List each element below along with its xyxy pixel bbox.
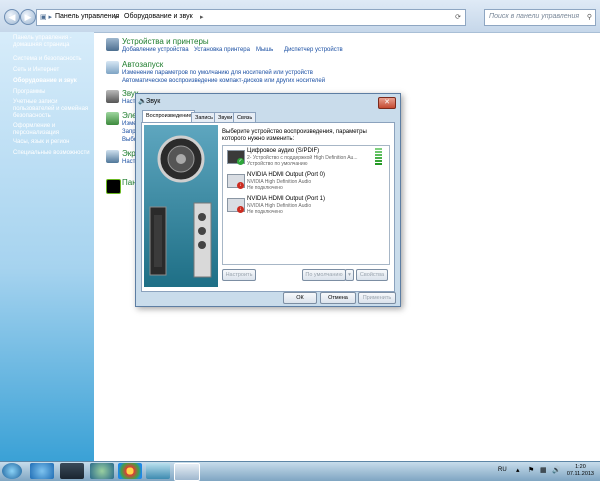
breadcrumb[interactable]: ▣ ▸ Панель управления ▸ Оборудование и з… xyxy=(36,9,466,26)
link-autoplay-cd[interactable]: Автоматическое воспроизведение компакт-д… xyxy=(122,78,325,84)
unplugged-icon: ↓ xyxy=(237,182,244,189)
search-input[interactable]: Поиск в панели управления ⚲ xyxy=(484,9,596,26)
configure-button[interactable]: Настроить xyxy=(222,269,256,281)
sidebar-item-clock[interactable]: Часы, язык и регион xyxy=(13,139,93,146)
chevron-up-icon[interactable]: ▴ xyxy=(516,466,520,474)
device-name: Цифровое аудио (S/PDIF) xyxy=(247,148,320,154)
chevron-right-icon: ▸ xyxy=(115,14,119,21)
breadcrumb-item-control-panel[interactable]: Панель управления xyxy=(55,13,119,20)
sidebar-item-appearance[interactable]: Оформление и персонализация xyxy=(13,123,93,137)
sidebar: Панель управления - домашняя страница Си… xyxy=(0,32,94,461)
close-button[interactable]: ✕ xyxy=(378,97,396,109)
link-add-printer[interactable]: Установка принтера xyxy=(194,47,250,53)
chevron-down-icon[interactable]: ▾ xyxy=(345,269,354,281)
ok-button[interactable]: ОК xyxy=(283,292,317,304)
sidebar-item-home[interactable]: Панель управления - домашняя страница xyxy=(13,35,93,49)
control-panel-taskbar-icon[interactable] xyxy=(146,463,170,479)
sound-dialog: 🔈 Звук ✕ Воспроизведение Запись Звуки Св… xyxy=(135,93,401,307)
sidebar-item-accounts[interactable]: Учетные записи пользователей и семейная … xyxy=(13,99,93,120)
list-item[interactable]: ↓ NVIDIA HDMI Output (Port 0) NVIDIA Hig… xyxy=(225,172,385,196)
breadcrumb-item-hardware[interactable]: Оборудование и звук xyxy=(124,13,193,20)
start-button[interactable] xyxy=(2,463,22,479)
chrome-icon[interactable] xyxy=(118,463,142,479)
power-icon xyxy=(106,112,119,125)
sidebar-item-hardware[interactable]: Оборудование и звук xyxy=(13,78,93,85)
device-status: Устройство по умолчанию xyxy=(247,161,308,167)
instruction-text: Выберите устройство воспроизведения, пар… xyxy=(222,129,367,142)
list-item[interactable]: ✓ Цифровое аудио (S/PDIF) 2- Устройство … xyxy=(225,148,385,172)
address-bar: ◀ ▶ ▣ ▸ Панель управления ▸ Оборудование… xyxy=(0,0,600,33)
set-default-button[interactable]: По умолчанию xyxy=(302,269,346,281)
printer-icon xyxy=(106,38,119,51)
tab-panel: Выберите устройство воспроизведения, пар… xyxy=(141,122,395,292)
nvidia-icon xyxy=(106,179,121,194)
category-autoplay-title[interactable]: Автозапуск xyxy=(122,60,163,69)
media-player-icon[interactable] xyxy=(90,463,114,479)
network-icon[interactable]: ▦ xyxy=(540,466,547,474)
speaker-icon xyxy=(106,90,119,103)
clock-date: 07.11.2013 xyxy=(566,471,594,477)
flag-icon[interactable]: ⚑ xyxy=(528,466,534,474)
link-autoplay-defaults[interactable]: Изменение параметров по умолчанию для но… xyxy=(122,70,313,76)
back-button[interactable]: ◀ xyxy=(4,9,20,25)
device-list: ✓ Цифровое аудио (S/PDIF) 2- Устройство … xyxy=(222,145,390,265)
category-devices-title[interactable]: Устройства и принтеры xyxy=(122,37,209,46)
dialog-title: Звук xyxy=(146,98,161,105)
device-status: Не подключено xyxy=(247,185,283,191)
clock-time: 1:20 xyxy=(575,464,586,470)
sidebar-item-network[interactable]: Сеть и Интернет xyxy=(13,67,93,74)
sidebar-item-accessibility[interactable]: Специальные возможности xyxy=(13,150,93,157)
search-placeholder: Поиск в панели управления xyxy=(489,13,580,20)
volume-meter-icon xyxy=(375,148,382,165)
sound-taskbar-icon[interactable] xyxy=(174,463,200,481)
link-display-partial[interactable]: Наст xyxy=(122,159,135,165)
speaker-illustration-icon xyxy=(149,135,212,278)
device-name: NVIDIA HDMI Output (Port 0) xyxy=(247,172,326,178)
list-item[interactable]: ↓ NVIDIA HDMI Output (Port 1) NVIDIA Hig… xyxy=(225,196,385,220)
speaker-illustration xyxy=(144,125,218,287)
language-indicator[interactable]: RU xyxy=(498,467,507,473)
link-mouse[interactable]: Мышь xyxy=(256,47,273,53)
unplugged-icon: ↓ xyxy=(237,206,244,213)
chevron-right-icon: ▸ xyxy=(200,14,204,21)
device-name: NVIDIA HDMI Output (Port 1) xyxy=(247,196,326,202)
cancel-button[interactable]: Отмена xyxy=(320,292,356,304)
properties-button[interactable]: Свойства xyxy=(356,269,388,281)
apply-button[interactable]: Применить xyxy=(358,292,396,304)
refresh-icon[interactable]: ⟳ xyxy=(455,13,461,21)
volume-icon[interactable]: 🔊 xyxy=(552,466,561,474)
device-status: Не подключено xyxy=(247,209,283,215)
forward-button[interactable]: ▶ xyxy=(20,9,36,25)
link-device-manager[interactable]: Диспетчер устройств xyxy=(284,47,343,53)
internet-explorer-icon[interactable] xyxy=(30,463,54,479)
sidebar-item-programs[interactable]: Программы xyxy=(13,89,93,96)
folder-icon: ▣ ▸ xyxy=(40,14,53,21)
display-icon xyxy=(106,150,119,163)
check-icon: ✓ xyxy=(237,158,244,165)
taskbar: RU ▴ ⚑ ▦ 🔊 1:20 07.11.2013 xyxy=(0,461,600,481)
link-sound-partial[interactable]: Наст xyxy=(122,99,135,105)
search-icon: ⚲ xyxy=(586,14,592,21)
category-display-title[interactable]: Экр xyxy=(122,149,136,158)
autoplay-icon xyxy=(106,61,119,74)
link-add-device[interactable]: Добавление устройства xyxy=(122,47,189,53)
link-power-partial-2[interactable]: Запр xyxy=(122,129,136,135)
clock[interactable]: 1:20 07.11.2013 xyxy=(567,464,594,478)
command-prompt-icon[interactable] xyxy=(60,463,84,479)
sidebar-item-security[interactable]: Система и безопасность xyxy=(13,56,93,63)
